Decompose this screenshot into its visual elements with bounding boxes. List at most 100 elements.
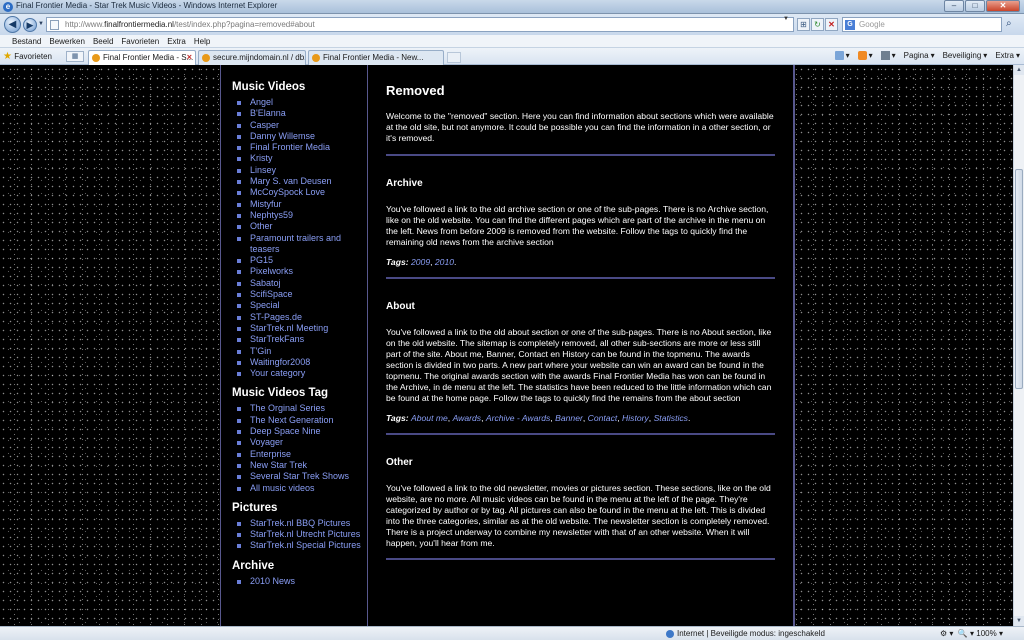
- sidebar-link[interactable]: Voyager: [232, 437, 367, 448]
- tab-close-icon[interactable]: ×: [187, 52, 192, 62]
- tag-link[interactable]: Statistics: [654, 413, 688, 423]
- sidebar-link[interactable]: T'Gin: [232, 346, 367, 357]
- sidebar-link[interactable]: Danny Willemse: [232, 131, 367, 142]
- sidebar-link[interactable]: B'Elanna: [232, 108, 367, 119]
- minimize-button[interactable]: –: [944, 0, 964, 12]
- tag-link[interactable]: Contact: [588, 413, 618, 423]
- sidebar-link[interactable]: Deep Space Nine: [232, 426, 367, 437]
- tab-label: Final Frontier Media - New...: [323, 53, 424, 62]
- new-tab-button[interactable]: [447, 52, 461, 63]
- tab-final-frontier-media-new[interactable]: Final Frontier Media - New...: [308, 50, 444, 65]
- pictures-list: StarTrek.nl BBQ Pictures StarTrek.nl Utr…: [232, 518, 367, 552]
- print-button[interactable]: ▾: [880, 51, 896, 60]
- tab-final-frontier-media[interactable]: Final Frontier Media - S... ×: [88, 50, 196, 65]
- search-go-icon[interactable]: ⌕: [1006, 18, 1012, 29]
- maximize-button[interactable]: □: [965, 0, 985, 12]
- forward-button[interactable]: ▶: [23, 18, 37, 32]
- window-title: Final Frontier Media - Star Trek Music V…: [16, 1, 278, 10]
- sidebar-link[interactable]: StarTrek.nl Utrecht Pictures: [232, 529, 367, 540]
- sidebar-link[interactable]: Mary S. van Deusen: [232, 176, 367, 187]
- archive-list: 2010 News: [232, 576, 367, 587]
- stop-icon[interactable]: ✕: [825, 18, 838, 31]
- security-zone[interactable]: Internet | Beveiligde modus: ingeschakel…: [666, 629, 825, 638]
- tag-link[interactable]: About me: [411, 413, 448, 423]
- tag-link[interactable]: Awards: [453, 413, 482, 423]
- section-title: About: [386, 301, 415, 312]
- safety-menu-button[interactable]: Beveiliging ▾: [943, 51, 988, 60]
- sidebar-link[interactable]: Casper: [232, 120, 367, 131]
- sidebar-link[interactable]: Several Star Trek Shows: [232, 471, 367, 482]
- sidebar-link[interactable]: Sabatoj: [232, 278, 367, 289]
- tools-menu-button[interactable]: Extra ▾: [995, 51, 1020, 60]
- sidebar-link[interactable]: Nephtys59: [232, 210, 367, 221]
- sidebar-link[interactable]: StarTrekFans: [232, 334, 367, 345]
- refresh-icon[interactable]: ↻: [811, 18, 824, 31]
- globe-icon: [666, 629, 674, 638]
- scroll-up-icon[interactable]: ▲: [1014, 65, 1024, 75]
- menu-help[interactable]: Help: [190, 35, 214, 47]
- url-field[interactable]: http://www.finalfrontiermedia.nl/test/in…: [46, 17, 794, 32]
- music-videos-tag-list: The Orginal Series The Next Generation D…: [232, 403, 367, 493]
- sidebar-link[interactable]: Other: [232, 221, 367, 232]
- recent-pages-dropdown-icon[interactable]: ▼: [38, 21, 44, 27]
- tab-secure-mijndomain[interactable]: secure.mijndomain.nl / db...: [198, 50, 306, 65]
- menu-favorieten[interactable]: Favorieten: [117, 35, 163, 47]
- home-button[interactable]: ▾: [834, 51, 850, 60]
- quick-tabs-icon[interactable]: ▦: [66, 51, 84, 62]
- sidebar-link[interactable]: PG15: [232, 255, 367, 266]
- tag-link[interactable]: 2010: [435, 257, 454, 267]
- sidebar-link[interactable]: Angel: [232, 97, 367, 108]
- sidebar-link[interactable]: ST-Pages.de: [232, 312, 367, 323]
- menu-bestand[interactable]: Bestand: [8, 35, 45, 47]
- window-titlebar: e Final Frontier Media - Star Trek Music…: [0, 0, 1024, 14]
- favorites-button[interactable]: ★ Favorieten: [3, 51, 52, 62]
- zoom-level[interactable]: ⚙ ▾ 🔍 ▾ 100% ▾: [940, 629, 1003, 638]
- sidebar-link[interactable]: McCoySpock Love: [232, 187, 367, 198]
- sidebar-link[interactable]: StarTrek.nl BBQ Pictures: [232, 518, 367, 529]
- sidebar-link[interactable]: Final Frontier Media: [232, 142, 367, 153]
- sidebar-link[interactable]: The Orginal Series: [232, 403, 367, 414]
- menu-bewerken[interactable]: Bewerken: [45, 35, 89, 47]
- tab-label: secure.mijndomain.nl / db...: [213, 53, 306, 62]
- close-button[interactable]: ✕: [986, 0, 1020, 12]
- sidebar-link[interactable]: Pixelworks: [232, 266, 367, 277]
- sidebar-link[interactable]: Your category: [232, 368, 367, 379]
- status-bar: Internet | Beveiligde modus: ingeschakel…: [0, 626, 1024, 640]
- tag-link[interactable]: 2009: [411, 257, 430, 267]
- sidebar-link[interactable]: StarTrek.nl Special Pictures: [232, 540, 367, 551]
- page-menu-button[interactable]: Pagina ▾: [904, 51, 935, 60]
- sidebar-link[interactable]: Linsey: [232, 165, 367, 176]
- tag-link[interactable]: History: [622, 413, 649, 423]
- tag-link[interactable]: Archive - Awards: [486, 413, 550, 423]
- back-button[interactable]: ◀: [4, 16, 21, 33]
- sidebar-link[interactable]: Mistyfur: [232, 199, 367, 210]
- sidebar-link[interactable]: All music videos: [232, 483, 367, 494]
- sidebar-link[interactable]: Special: [232, 300, 367, 311]
- sidebar-link[interactable]: Paramount trailers and teasers: [232, 233, 367, 256]
- sidebar-heading-music-videos-tag: Music Videos Tag: [232, 387, 329, 400]
- sidebar-link[interactable]: StarTrek.nl Meeting: [232, 323, 367, 334]
- tags-line: Tags: About me, Awards, Archive - Awards…: [386, 413, 691, 423]
- sidebar-link[interactable]: New Star Trek: [232, 460, 367, 471]
- section-body: You've followed a link to the old newsle…: [386, 483, 771, 548]
- page-icon: [50, 20, 59, 30]
- url-text[interactable]: http://www.finalfrontiermedia.nl/test/in…: [65, 20, 315, 29]
- sidebar-link[interactable]: The Next Generation: [232, 415, 367, 426]
- scroll-thumb[interactable]: [1015, 169, 1023, 389]
- site-container: Music Videos Angel B'Elanna Casper Danny…: [220, 65, 795, 626]
- feeds-button[interactable]: ▾: [857, 51, 873, 60]
- vertical-scrollbar[interactable]: ▲ ▼: [1013, 65, 1024, 626]
- url-dropdown-icon[interactable]: ▼: [783, 16, 789, 22]
- sidebar-link[interactable]: Waitingfor2008: [232, 357, 367, 368]
- menu-extra[interactable]: Extra: [163, 35, 190, 47]
- scroll-down-icon[interactable]: ▼: [1014, 616, 1024, 626]
- compatibility-view-icon[interactable]: ⊞: [797, 18, 810, 31]
- sidebar-link[interactable]: Enterprise: [232, 449, 367, 460]
- tag-link[interactable]: Banner: [555, 413, 583, 423]
- sidebar-link[interactable]: ScifiSpace: [232, 289, 367, 300]
- tags-label: Tags:: [386, 413, 409, 423]
- menu-beeld[interactable]: Beeld: [89, 35, 117, 47]
- search-field[interactable]: G Google: [842, 17, 1002, 32]
- sidebar-link[interactable]: Kristy: [232, 153, 367, 164]
- sidebar-link[interactable]: 2010 News: [232, 576, 367, 587]
